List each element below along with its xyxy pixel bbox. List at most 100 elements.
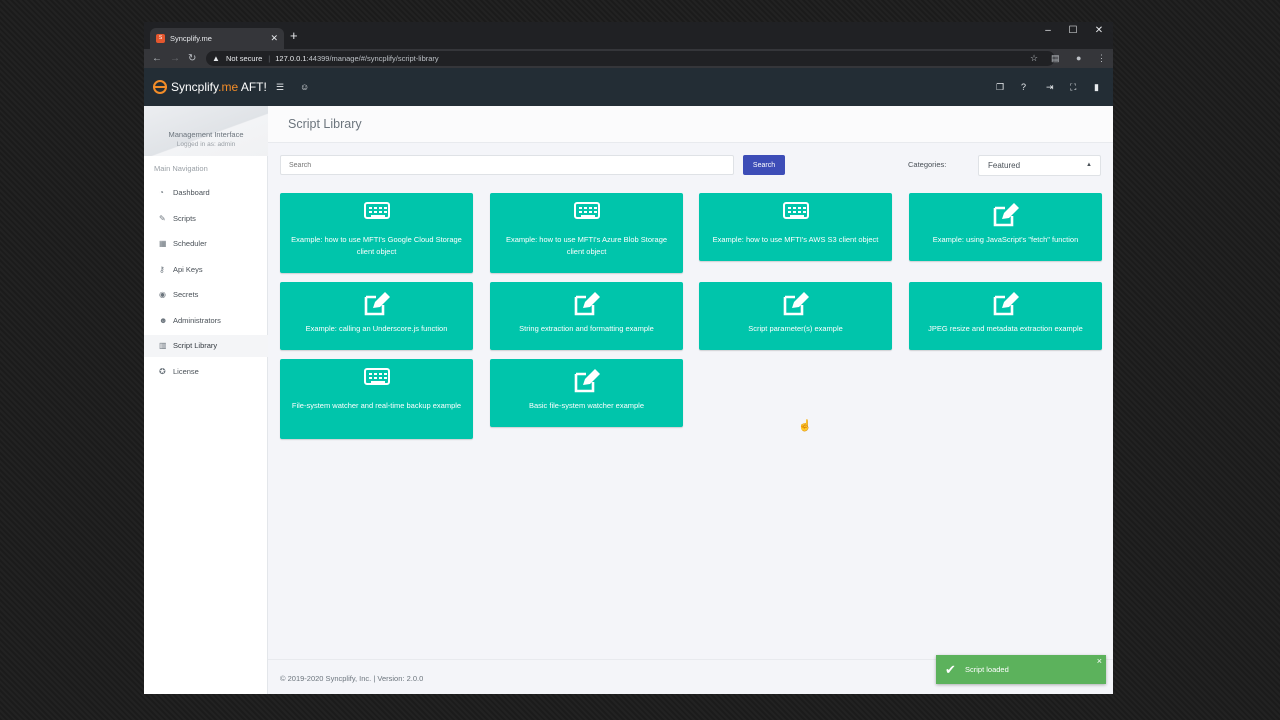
sidebar-item-label: Script Library — [173, 341, 218, 350]
sidebar-item-label: Secrets — [173, 290, 199, 299]
edit-icon — [574, 369, 600, 393]
maximize-button[interactable]: ☐ — [1062, 25, 1084, 36]
back-arrow-icon[interactable]: ← — [152, 51, 162, 66]
browser-window: S Syncplify.me ✕ + – ☐ ✕ ← → ↻ ▲ Not sec… — [144, 22, 1113, 694]
brand-suffix: AFT! — [238, 80, 267, 94]
sidebar: Management Interface Logged in as: admin… — [144, 106, 268, 694]
syncplify-logo-icon — [153, 80, 167, 94]
forward-arrow-icon[interactable]: → — [170, 51, 180, 66]
script-card[interactable]: Example: using JavaScript's "fetch" func… — [909, 193, 1102, 261]
eye-icon: ◉ — [159, 290, 166, 299]
category-selected-value: Featured — [988, 161, 1021, 170]
browser-menu-icon[interactable]: ⋮ — [1097, 52, 1106, 65]
management-interface-label: Management Interface — [168, 130, 244, 139]
user-panel: Management Interface Logged in as: admin — [144, 106, 268, 156]
sidebar-item-label: Scripts — [173, 214, 196, 223]
tab-title: Syncplify.me — [170, 34, 212, 43]
app-header: Syncplify.me AFT! ☰ ☺ ❐ ? ⇥ ⛶ ▮ — [144, 68, 1113, 106]
key-icon: ⚷ — [159, 265, 165, 274]
page-header: Script Library — [268, 106, 1113, 143]
users-icon: ☻ — [159, 316, 168, 325]
dashboard-icon: ◔ — [159, 188, 164, 197]
script-card[interactable]: Example: how to use MFTI's Google Cloud … — [280, 193, 473, 273]
favicon-icon: S — [156, 34, 165, 43]
tab-close-icon[interactable]: ✕ — [270, 28, 278, 49]
edit-icon — [783, 292, 809, 316]
sidebar-item-label: Api Keys — [173, 265, 203, 274]
main-content: Script Library Search Categories: Featur… — [268, 106, 1113, 694]
toast-message: Script loaded — [965, 665, 1009, 674]
book-icon: ▥ — [159, 341, 167, 350]
sidebar-item-label: Administrators — [173, 316, 221, 325]
sidebar-item-api-keys[interactable]: ⚷ Api Keys — [144, 259, 268, 281]
categories-label: Categories: — [908, 160, 947, 169]
extension-icon[interactable]: ▤ — [1051, 52, 1060, 65]
script-card[interactable]: JPEG resize and metadata extraction exam… — [909, 282, 1102, 350]
card-title: Example: using JavaScript's "fetch" func… — [932, 235, 1079, 244]
toast-close-icon[interactable]: × — [1097, 647, 1102, 676]
keyboard-icon — [363, 202, 390, 219]
sidebar-item-dashboard[interactable]: ◔ Dashboard — [144, 182, 268, 204]
pencil-icon: ✎ — [159, 214, 166, 223]
script-card[interactable]: Example: how to use MFTI's Azure Blob St… — [490, 193, 683, 273]
sidebar-item-administrators[interactable]: ☻ Administrators — [144, 310, 268, 332]
sidebar-item-label: License — [173, 367, 199, 376]
card-title: JPEG resize and metadata extraction exam… — [928, 324, 1083, 333]
keyboard-icon — [573, 202, 600, 219]
brand-logo[interactable]: Syncplify.me AFT! — [153, 79, 267, 95]
nav-header: Main Navigation — [154, 164, 208, 173]
sidebar-item-scheduler[interactable]: ▦ Scheduler — [144, 233, 268, 255]
sidebar-item-secrets[interactable]: ◉ Secrets — [144, 284, 268, 306]
profile-icon[interactable]: ● — [1076, 52, 1081, 65]
script-card[interactable]: Script parameter(s) example — [699, 282, 892, 350]
sidebar-toggle-icon[interactable]: ▮ — [1094, 80, 1099, 94]
award-icon: ✪ — [159, 367, 166, 376]
edit-icon — [993, 292, 1019, 316]
keyboard-icon — [363, 368, 390, 385]
logout-icon[interactable]: ⇥ — [1046, 80, 1054, 94]
keyboard-icon — [782, 202, 809, 219]
card-title: File-system watcher and real-time backup… — [291, 401, 462, 410]
categories-select[interactable]: Featured ▲ — [978, 155, 1101, 176]
close-window-button[interactable]: ✕ — [1088, 25, 1110, 36]
brand-name: Syncplify — [171, 80, 219, 94]
user-icon[interactable]: ☺ — [300, 80, 309, 94]
sidebar-item-license[interactable]: ✪ License — [144, 361, 268, 383]
search-input[interactable] — [280, 155, 734, 175]
hamburger-menu-icon[interactable]: ☰ — [276, 80, 284, 94]
card-title: Example: how to use MFTI's AWS S3 client… — [712, 235, 879, 244]
layers-icon[interactable]: ❐ — [996, 80, 1004, 94]
mouse-cursor-icon: ☝ — [798, 420, 812, 432]
card-title: Example: calling an Underscore.js functi… — [305, 324, 448, 333]
toast-notification: ✔ Script loaded × — [936, 655, 1106, 684]
card-title: Example: how to use MFTI's Azure Blob St… — [505, 235, 668, 256]
bookmark-star-icon[interactable]: ☆ — [1030, 52, 1038, 65]
script-card[interactable]: Example: calling an Underscore.js functi… — [280, 282, 473, 350]
logged-in-label: Logged in as: admin — [176, 141, 236, 148]
card-title: Script parameter(s) example — [748, 324, 843, 333]
script-card[interactable]: File-system watcher and real-time backup… — [280, 359, 473, 439]
sidebar-item-scripts[interactable]: ✎ Scripts — [144, 208, 268, 230]
edit-icon — [993, 203, 1019, 227]
card-title: Example: how to use MFTI's Google Cloud … — [291, 235, 462, 256]
brand-me: .me — [218, 80, 239, 94]
fullscreen-icon[interactable]: ⛶ — [1070, 80, 1076, 94]
security-label: Not secure — [226, 54, 263, 63]
reload-icon[interactable]: ↻ — [188, 51, 196, 66]
browser-tab[interactable]: S Syncplify.me ✕ — [150, 28, 284, 49]
url-bar[interactable]: ▲ Not secure | 127.0.0.1:44399/manage/#/sy… — [206, 51, 1055, 66]
calendar-icon: ▦ — [159, 239, 167, 248]
script-card[interactable]: String extraction and formatting example — [490, 282, 683, 350]
script-card[interactable]: Example: how to use MFTI's AWS S3 client… — [699, 193, 892, 261]
edit-icon — [364, 292, 390, 316]
help-icon[interactable]: ? — [1021, 80, 1026, 94]
page-title: Script Library — [288, 117, 362, 131]
url-path: :44399/manage/#/syncplify/script-library — [306, 54, 439, 63]
search-button[interactable]: Search — [743, 155, 785, 175]
new-tab-button[interactable]: + — [290, 29, 298, 43]
warning-icon: ▲ — [212, 54, 220, 63]
script-card[interactable]: Basic file-system watcher example — [490, 359, 683, 427]
sidebar-item-script-library[interactable]: ▥ Script Library — [144, 335, 268, 357]
minimize-button[interactable]: – — [1037, 25, 1059, 36]
url-host: 127.0.0.1 — [275, 54, 307, 63]
